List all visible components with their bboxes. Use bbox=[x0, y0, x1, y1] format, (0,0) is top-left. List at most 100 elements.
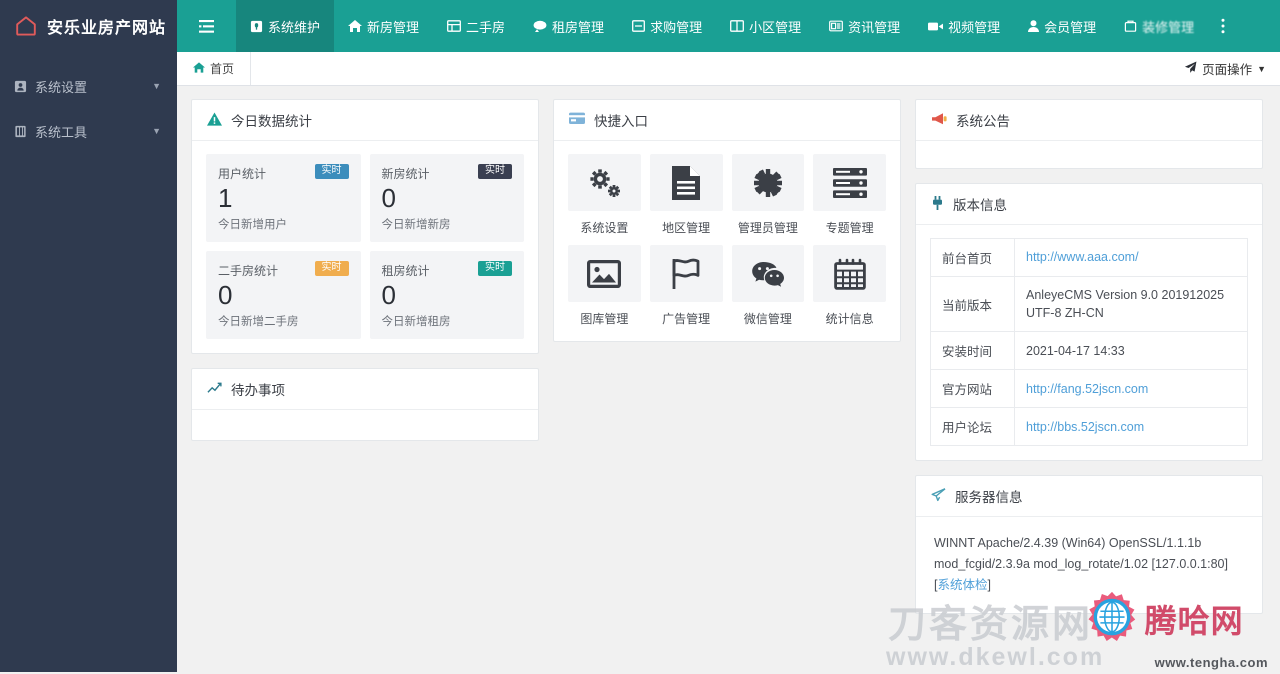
gear-box-icon bbox=[14, 80, 27, 93]
stat-value: 0 bbox=[381, 183, 396, 213]
stat-subtitle: 今日新增二手房 bbox=[218, 315, 299, 328]
quick-entry-header: 快捷入口 bbox=[554, 100, 900, 141]
home-icon bbox=[193, 61, 205, 76]
nav-label: 求购管理 bbox=[650, 19, 703, 35]
nav-label: 视频管理 bbox=[948, 19, 1001, 35]
tab-首页[interactable]: 首页 bbox=[177, 52, 252, 85]
status-badge: 实时 bbox=[314, 261, 349, 276]
quick-item-广告管理[interactable]: 广告管理 bbox=[649, 245, 723, 327]
nav-label: 资讯管理 bbox=[848, 19, 901, 35]
version-panel: 版本信息 前台首页 http://www.aaa.com/ 当前版本 Anley… bbox=[915, 183, 1263, 462]
sidebar-item-label: 系统设置 bbox=[35, 79, 88, 95]
row-key: 用户论坛 bbox=[930, 407, 1015, 446]
tab-strip: 首页 页面操作 ▼ bbox=[177, 52, 1280, 86]
forum-link[interactable]: http://bbs.52jscn.com bbox=[1026, 420, 1144, 434]
megaphone-icon bbox=[931, 112, 947, 129]
nav-item-系统维护[interactable]: 系统维护 bbox=[236, 0, 335, 52]
table-row: 官方网站 http://fang.52jscn.com bbox=[930, 369, 1248, 409]
quick-item-微信管理[interactable]: 微信管理 bbox=[731, 245, 805, 327]
nav-item-求购管理[interactable]: 求购管理 bbox=[618, 0, 716, 52]
stat-title: 用户统计 bbox=[218, 167, 267, 181]
tab-label: 首页 bbox=[210, 62, 235, 76]
chevron-down-icon[interactable]: ▼ bbox=[152, 126, 161, 136]
quick-item-label: 微信管理 bbox=[743, 312, 792, 326]
system-check-link[interactable]: 系统体检 bbox=[937, 578, 987, 592]
menu-toggle-icon bbox=[199, 19, 214, 33]
row-value: http://fang.52jscn.com bbox=[1014, 369, 1248, 409]
server-panel-title: 服务器信息 bbox=[955, 490, 1023, 506]
stats-panel-title: 今日数据统计 bbox=[231, 114, 312, 129]
row-value: http://bbs.52jscn.com bbox=[1015, 408, 1248, 446]
quick-item-图库管理[interactable]: 图库管理 bbox=[568, 245, 641, 327]
nav-item-二手房[interactable]: 二手房 bbox=[433, 0, 519, 52]
quick-entry-panel: 快捷入口 系统设置 地区管理 管理员管理 专题管理 图库管理 广告管理 微信管理… bbox=[553, 99, 901, 342]
nav-item-会员管理[interactable]: 会员管理 bbox=[1014, 0, 1110, 52]
row-key: 官方网站 bbox=[930, 369, 1015, 409]
more-vertical-icon[interactable] bbox=[1208, 0, 1238, 52]
stats-grid: 用户统计 实时 1 今日新增用户 新房统计 实时 0 今日新增新房 二手房统计 … bbox=[206, 154, 524, 339]
nav-label: 二手房 bbox=[466, 19, 506, 35]
stat-card-newhouse[interactable]: 新房统计 实时 0 今日新增新房 bbox=[369, 154, 524, 242]
sidebar-toggle-button[interactable] bbox=[177, 0, 236, 52]
nav-label: 装修管理 bbox=[1142, 19, 1195, 35]
quick-item-label: 图库管理 bbox=[580, 312, 629, 326]
sidebar-item-系统工具[interactable]: 系统工具 ▼ bbox=[0, 109, 177, 153]
nav-label: 系统维护 bbox=[268, 19, 321, 35]
stat-title: 新房统计 bbox=[381, 167, 430, 181]
chevron-down-icon[interactable]: ▼ bbox=[152, 81, 161, 91]
brand-logo-area[interactable]: 安乐业房产网站 bbox=[0, 0, 177, 52]
flag-icon bbox=[649, 245, 723, 302]
version-table: 前台首页 http://www.aaa.com/ 当前版本 AnleyeCMS … bbox=[930, 238, 1248, 447]
server-panel-body: WINNT Apache/2.4.39 (Win64) OpenSSL/1.1.… bbox=[916, 517, 1262, 613]
stat-subtitle: 今日新增新房 bbox=[381, 218, 451, 231]
quick-item-label: 统计信息 bbox=[825, 312, 874, 326]
quick-item-专题管理[interactable]: 专题管理 bbox=[813, 154, 886, 236]
table-row: 安装时间 2021-04-17 14:33 bbox=[930, 331, 1248, 371]
official-site-link[interactable]: http://fang.52jscn.com bbox=[1026, 382, 1148, 396]
row-key: 前台首页 bbox=[930, 238, 1015, 277]
todo-panel-body bbox=[192, 410, 538, 440]
stat-value: 0 bbox=[218, 280, 233, 310]
paper-plane-icon bbox=[931, 487, 946, 505]
content-area: 首页 页面操作 ▼ 今日数据统计 用户统计 实时 1 今日新增用户 新房统计 实… bbox=[177, 52, 1280, 672]
stat-value: 0 bbox=[381, 280, 396, 310]
chevron-down-icon: ▼ bbox=[1257, 63, 1266, 74]
row-value: AnleyeCMS Version 9.0 201912025 UTF-8 ZH… bbox=[1014, 276, 1248, 333]
image-icon bbox=[568, 245, 641, 302]
quick-item-label: 系统设置 bbox=[580, 221, 629, 235]
quick-item-管理员管理[interactable]: 管理员管理 bbox=[731, 154, 805, 236]
status-badge: 实时 bbox=[478, 261, 512, 276]
version-panel-title: 版本信息 bbox=[953, 198, 1007, 213]
dashboard-column-left: 今日数据统计 用户统计 实时 1 今日新增用户 新房统计 实时 0 今日新增新房… bbox=[191, 99, 539, 455]
stat-card-user[interactable]: 用户统计 实时 1 今日新增用户 bbox=[206, 154, 361, 242]
status-badge: 实时 bbox=[314, 164, 349, 179]
table-row: 前台首页 http://www.aaa.com/ bbox=[930, 238, 1248, 277]
stat-card-rental[interactable]: 租房统计 实时 0 今日新增租房 bbox=[369, 251, 524, 339]
nav-item-视频管理[interactable]: 视频管理 bbox=[914, 0, 1014, 52]
nav-item-新房管理[interactable]: 新房管理 bbox=[334, 0, 433, 52]
table-row: 用户论坛 http://bbs.52jscn.com bbox=[930, 407, 1248, 446]
nav-item-资讯管理[interactable]: 资讯管理 bbox=[815, 0, 914, 52]
paper-plane-icon bbox=[1184, 61, 1197, 77]
quick-item-系统设置[interactable]: 系统设置 bbox=[568, 154, 641, 236]
home-icon bbox=[14, 14, 38, 38]
todo-panel-header: 待办事项 bbox=[192, 369, 538, 410]
page-operations-button[interactable]: 页面操作 ▼ bbox=[1170, 52, 1280, 85]
wrench-icon bbox=[250, 20, 263, 33]
quick-item-label: 管理员管理 bbox=[737, 221, 798, 235]
dashboard-column-right: 系统公告 版本信息 前台首页 http://www.aaa.com/ 当前版本 … bbox=[915, 99, 1263, 628]
front-page-link[interactable]: http://www.aaa.com/ bbox=[1026, 250, 1139, 264]
quick-item-统计信息[interactable]: 统计信息 bbox=[813, 245, 886, 327]
quick-item-地区管理[interactable]: 地区管理 bbox=[649, 154, 723, 236]
stat-title: 二手房统计 bbox=[218, 264, 279, 278]
top-navigation: 系统维护 新房管理 二手房 租房管理 求购管理 小区管理 资讯管理 视频管理 会… bbox=[177, 0, 1280, 52]
nav-item-装修管理[interactable]: 装修管理 bbox=[1110, 0, 1208, 52]
nav-item-小区管理[interactable]: 小区管理 bbox=[716, 0, 815, 52]
building-icon bbox=[348, 20, 363, 32]
status-badge: 实时 bbox=[478, 164, 512, 179]
nav-item-租房管理[interactable]: 租房管理 bbox=[519, 0, 618, 52]
stat-card-secondhand[interactable]: 二手房统计 实时 0 今日新增二手房 bbox=[206, 251, 361, 339]
sidebar-item-系统设置[interactable]: 系统设置 ▼ bbox=[0, 64, 177, 108]
brand-title: 安乐业房产网站 bbox=[47, 20, 167, 37]
sidebar-item-label: 系统工具 bbox=[35, 124, 88, 140]
